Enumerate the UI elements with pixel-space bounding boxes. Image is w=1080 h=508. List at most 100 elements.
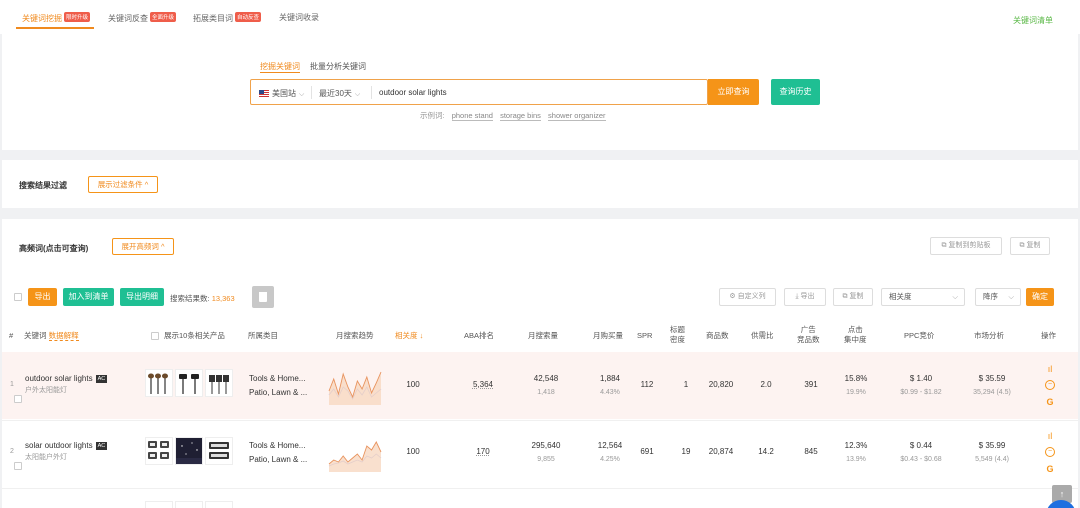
col-ppc: PPC竞价 bbox=[904, 331, 935, 340]
expand-high-freq-button[interactable]: 展开高频词 ^ bbox=[112, 238, 174, 255]
row-checkbox[interactable] bbox=[14, 462, 22, 470]
example-keyword[interactable]: shower organizer bbox=[548, 111, 606, 121]
row-market-price[interactable]: $ 35.59 bbox=[967, 372, 1017, 386]
minus-circle-icon[interactable]: − bbox=[1045, 447, 1055, 457]
row-ppc[interactable]: $ 0.44 bbox=[896, 439, 946, 453]
keyword-list-link[interactable]: 关键词清单 bbox=[1013, 15, 1053, 26]
select-all-checkbox[interactable] bbox=[14, 293, 22, 301]
row-supply-demand: 2.0 bbox=[760, 380, 772, 389]
row-product-count: 20,874 bbox=[708, 447, 734, 456]
minus-circle-icon[interactable]: − bbox=[1045, 380, 1055, 390]
product-thumbnail[interactable] bbox=[205, 501, 233, 508]
copy-clipboard-button[interactable]: ⧉ 复制到剪贴板 bbox=[930, 237, 1002, 255]
button-label: 自定义列 bbox=[737, 293, 766, 300]
row-ppc[interactable]: $ 1.40 bbox=[896, 372, 946, 386]
solar-spot-light-image bbox=[179, 374, 199, 394]
tab-keyword-index[interactable]: 关键词收录 bbox=[279, 12, 319, 23]
high-freq-label: 高频词(点击可查询) bbox=[19, 244, 89, 253]
custom-columns-button[interactable]: ⚙ 自定义列 bbox=[719, 288, 776, 306]
row-keyword-cn: 户外太阳能灯 bbox=[25, 387, 67, 394]
table-row[interactable] bbox=[2, 488, 1078, 508]
gear-icon: ⚙ bbox=[729, 293, 738, 300]
bar-chart-icon[interactable]: ıl bbox=[1045, 364, 1055, 374]
tab-label: 关键词收录 bbox=[279, 13, 319, 22]
bar-chart-icon[interactable]: ıl bbox=[1045, 431, 1055, 441]
col-top10: 展示10条相关产品 bbox=[164, 331, 225, 340]
data-explain-link[interactable]: 数据解释 bbox=[48, 331, 79, 341]
button-label: 复制 bbox=[1026, 242, 1041, 249]
google-icon[interactable]: G bbox=[1045, 464, 1055, 474]
row-monthly-search-sub: 1,418 bbox=[537, 389, 555, 396]
history-button[interactable]: 查询历史 bbox=[771, 79, 820, 105]
row-title-density: 19 bbox=[681, 447, 691, 456]
col-title-density: 标题 密度 bbox=[670, 325, 685, 345]
col-relevance[interactable]: 相关度 ↓ bbox=[395, 331, 423, 341]
add-to-list-button[interactable]: 加入到清单 bbox=[63, 288, 114, 306]
row-category-1[interactable]: Tools & Home... bbox=[249, 439, 305, 453]
row-click-concentration-sub: 19.9% bbox=[846, 389, 866, 396]
row-index: 1 bbox=[10, 381, 14, 388]
row-aba[interactable]: 5,364 bbox=[466, 378, 500, 392]
product-thumbnail[interactable] bbox=[205, 437, 233, 465]
keyword-input[interactable]: outdoor solar lights bbox=[379, 88, 447, 97]
show-products-checkbox[interactable] bbox=[151, 332, 159, 340]
solar-stake-light-image bbox=[148, 373, 168, 394]
row-aba[interactable]: 170 bbox=[466, 445, 500, 459]
google-icon[interactable]: G bbox=[1045, 397, 1055, 407]
period-select[interactable]: 最近30天 ⌵ bbox=[319, 88, 360, 99]
ac-badge: AC bbox=[95, 375, 108, 383]
trend-sparkline[interactable] bbox=[328, 436, 382, 472]
col-ad-line1: 广告 bbox=[800, 325, 816, 334]
row-ad-competitors: 845 bbox=[804, 447, 818, 456]
example-keyword[interactable]: phone stand bbox=[451, 111, 493, 121]
sort-field-select[interactable]: 相关度 ⌵ bbox=[881, 288, 965, 306]
example-keyword[interactable]: storage bins bbox=[500, 111, 541, 121]
copy-toolbar-button[interactable]: ⧉ 复制 bbox=[833, 288, 873, 306]
site-select[interactable]: 美国站 ⌵ bbox=[259, 88, 304, 99]
product-thumbnail[interactable] bbox=[145, 501, 173, 508]
search-box: 美国站 ⌵ 最近30天 ⌵ outdoor solar lights bbox=[250, 79, 708, 105]
export-button[interactable]: 导出 bbox=[28, 288, 57, 306]
table-row[interactable]: 1 outdoor solar lights AC 户外太阳能灯 Tools & … bbox=[2, 352, 1078, 419]
period-label: 最近30天 bbox=[319, 89, 352, 98]
row-product-count: 20,820 bbox=[708, 380, 734, 389]
product-thumbnail[interactable] bbox=[145, 369, 173, 397]
tab-keyword-mining[interactable]: 关键词挖掘 限时升级 bbox=[22, 12, 91, 24]
product-thumbnail[interactable] bbox=[175, 501, 203, 508]
tab-category-expand[interactable]: 拓展类目词 自动反查 bbox=[193, 12, 262, 24]
tab-mine-keywords[interactable]: 挖掘关键词 bbox=[260, 61, 300, 72]
active-tab-indicator bbox=[16, 27, 94, 29]
export-toolbar-button[interactable]: ⤓ 导出 bbox=[784, 288, 826, 306]
product-thumbnail[interactable] bbox=[145, 437, 173, 465]
confirm-button[interactable]: 确定 bbox=[1026, 288, 1054, 306]
row-monthly-purchase-sub: 4.43% bbox=[600, 389, 620, 396]
col-action: 操作 bbox=[1041, 331, 1056, 340]
tab-badge: 全面升级 bbox=[150, 12, 177, 22]
export-detail-button[interactable]: 导出明细 bbox=[120, 288, 164, 306]
trash-icon[interactable] bbox=[252, 286, 274, 308]
row-click-concentration-sub: 13.9% bbox=[846, 456, 866, 463]
row-category-2[interactable]: Patio, Lawn & ... bbox=[249, 386, 307, 400]
tab-label: 关键词挖掘 bbox=[22, 14, 62, 23]
row-checkbox[interactable] bbox=[14, 395, 22, 403]
tab-batch-analyze[interactable]: 批量分析关键词 bbox=[310, 61, 366, 72]
search-panel: 挖掘关键词 批量分析关键词 美国站 ⌵ 最近30天 ⌵ outdoor solar … bbox=[2, 34, 1078, 150]
product-thumbnail[interactable] bbox=[175, 437, 203, 465]
col-product-count: 商品数 bbox=[706, 331, 729, 340]
product-thumbnail[interactable] bbox=[205, 369, 233, 397]
row-category-2[interactable]: Patio, Lawn & ... bbox=[249, 453, 307, 467]
row-market-price[interactable]: $ 35.99 bbox=[967, 439, 1017, 453]
tab-keyword-reverse[interactable]: 关键词反查 全面升级 bbox=[108, 12, 177, 24]
copy-button[interactable]: ⧉ 复制 bbox=[1010, 237, 1050, 255]
us-flag-icon bbox=[259, 90, 269, 97]
row-category-1[interactable]: Tools & Home... bbox=[249, 372, 305, 386]
divider bbox=[371, 86, 372, 99]
query-button[interactable]: 立即查询 bbox=[708, 79, 759, 105]
product-thumbnail[interactable] bbox=[175, 369, 203, 397]
examples-label: 示例词: bbox=[420, 111, 445, 120]
solar-path-light-image bbox=[209, 375, 229, 394]
table-row[interactable]: 2 solar outdoor lights AC 太阳能户外灯 Tools & … bbox=[2, 420, 1078, 487]
show-filter-button[interactable]: 展示过滤条件 ^ bbox=[88, 176, 158, 193]
sort-order-select[interactable]: 降序 ⌵ bbox=[975, 288, 1021, 306]
trend-sparkline[interactable] bbox=[328, 369, 382, 405]
